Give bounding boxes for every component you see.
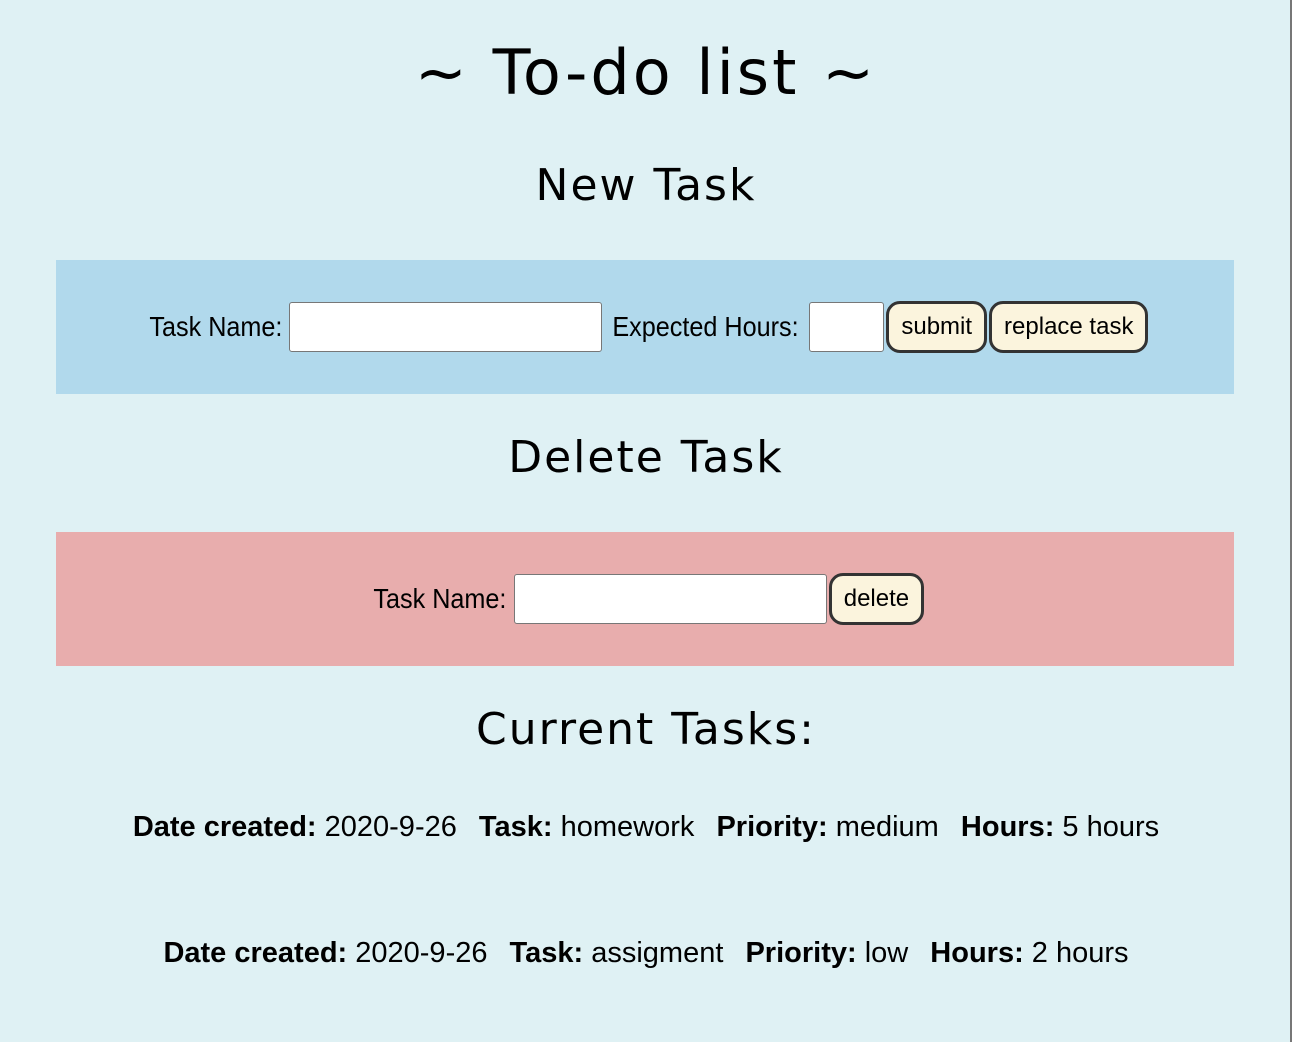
task-value: homework — [560, 811, 695, 843]
date-label: Date created: — [163, 937, 348, 969]
replace-task-button[interactable]: replace task — [989, 301, 1149, 353]
new-task-heading: New Task — [535, 160, 757, 211]
date-value: 2020-9-26 — [355, 937, 488, 969]
delete-button[interactable]: delete — [828, 573, 925, 625]
hours-value: 2 hours — [1031, 937, 1129, 969]
hours-label: Hours: — [960, 811, 1055, 843]
date-value: 2020-9-26 — [324, 811, 457, 843]
task-label: Task: — [478, 811, 553, 843]
submit-button[interactable]: submit — [886, 301, 988, 353]
task-row: Date created: 2020-9-26 Task: assigment … — [0, 937, 1292, 970]
task-row: Date created: 2020-9-26 Task: homework P… — [0, 811, 1292, 844]
new-task-panel: Task Name: Expected Hours: submit replac… — [56, 260, 1234, 394]
new-task-name-input[interactable] — [289, 302, 603, 352]
date-label: Date created: — [132, 811, 317, 843]
expected-hours-label: Expected Hours: — [612, 311, 800, 342]
priority-label: Priority: — [745, 937, 857, 969]
delete-task-name-input[interactable] — [513, 574, 827, 624]
current-tasks-heading: Current Tasks: — [476, 704, 816, 755]
delete-task-panel: Task Name: delete — [56, 532, 1234, 666]
delete-task-name-label: Task Name: — [373, 583, 507, 614]
hours-label: Hours: — [930, 937, 1024, 969]
hours-value: 5 hours — [1062, 811, 1160, 843]
new-task-name-label: Task Name: — [148, 311, 282, 342]
task-value: assigment — [591, 937, 724, 969]
task-label: Task: — [509, 937, 584, 969]
priority-label: Priority: — [716, 811, 828, 843]
priority-value: medium — [835, 811, 939, 843]
priority-value: low — [864, 937, 909, 969]
delete-task-heading: Delete Task — [508, 432, 784, 483]
page-title: ~ To-do list ~ — [414, 36, 878, 109]
expected-hours-input[interactable] — [809, 302, 885, 352]
